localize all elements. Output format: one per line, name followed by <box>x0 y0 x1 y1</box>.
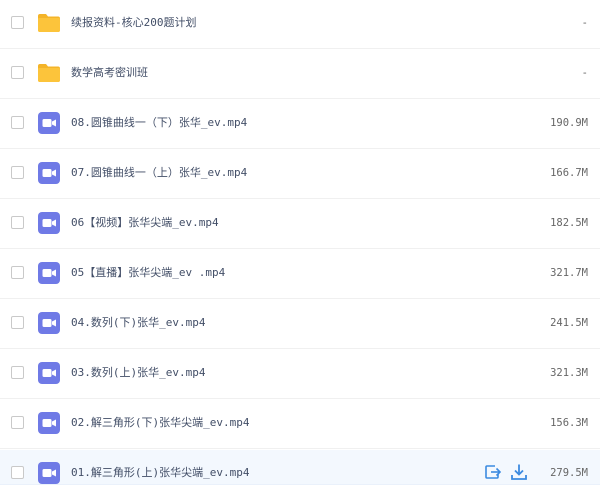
video-file-icon <box>37 411 61 435</box>
row-checkbox[interactable] <box>11 416 24 429</box>
file-row-folder[interactable]: 续报资料-核心200题计划 - <box>0 0 600 49</box>
row-checkbox[interactable] <box>11 266 24 279</box>
video-file-icon <box>37 361 61 385</box>
video-file-icon <box>37 211 61 235</box>
file-row-video[interactable]: 04.数列(下)张华_ev.mp4 241.5M <box>0 300 600 349</box>
file-list: 续报资料-核心200题计划 - 数学高考密训班 - 08.圆锥曲线一（下）张华_… <box>0 0 608 485</box>
file-name[interactable]: 08.圆锥曲线一（下）张华_ev.mp4 <box>71 113 247 133</box>
video-file-icon <box>37 161 61 185</box>
folder-icon <box>37 61 61 85</box>
file-size: 321.7M <box>550 267 588 279</box>
file-name[interactable]: 02.解三角形(下)张华尖端_ev.mp4 <box>71 413 249 433</box>
video-file-icon <box>37 311 61 335</box>
row-checkbox[interactable] <box>11 366 24 379</box>
row-checkbox[interactable] <box>11 66 24 79</box>
row-checkbox[interactable] <box>11 216 24 229</box>
file-size: - <box>581 17 588 29</box>
folder-icon <box>37 11 61 35</box>
file-size: 321.3M <box>550 367 588 379</box>
file-name[interactable]: 07.圆锥曲线一（上）张华_ev.mp4 <box>71 163 247 183</box>
row-checkbox[interactable] <box>11 116 24 129</box>
file-row-video[interactable]: 02.解三角形(下)张华尖端_ev.mp4 156.3M <box>0 400 600 449</box>
file-row-folder[interactable]: 数学高考密训班 - <box>0 50 600 99</box>
file-size: - <box>581 67 588 79</box>
file-name[interactable]: 数学高考密训班 <box>71 63 148 83</box>
file-row-video[interactable]: 03.数列(上)张华_ev.mp4 321.3M <box>0 350 600 399</box>
share-icon[interactable] <box>484 463 502 481</box>
file-row-video[interactable]: 05【直播】张华尖端_ev .mp4 321.7M <box>0 250 600 299</box>
file-row-video[interactable]: 01.解三角形(上)张华尖端_ev.mp4 279.5M <box>0 450 600 485</box>
row-checkbox[interactable] <box>11 466 24 479</box>
file-size: 241.5M <box>550 317 588 329</box>
file-size: 156.3M <box>550 417 588 429</box>
file-size: 182.5M <box>550 217 588 229</box>
download-icon[interactable] <box>510 463 528 481</box>
file-name[interactable]: 03.数列(上)张华_ev.mp4 <box>71 363 205 383</box>
file-row-video[interactable]: 07.圆锥曲线一（上）张华_ev.mp4 166.7M <box>0 150 600 199</box>
file-size: 190.9M <box>550 117 588 129</box>
row-checkbox[interactable] <box>11 16 24 29</box>
video-file-icon <box>37 461 61 485</box>
row-checkbox[interactable] <box>11 316 24 329</box>
file-name[interactable]: 06【视频】张华尖端_ev.mp4 <box>71 213 219 233</box>
video-file-icon <box>37 111 61 135</box>
row-checkbox[interactable] <box>11 166 24 179</box>
row-actions <box>484 463 528 483</box>
file-size: 279.5M <box>550 467 588 479</box>
file-name[interactable]: 01.解三角形(上)张华尖端_ev.mp4 <box>71 463 249 483</box>
file-row-video[interactable]: 06【视频】张华尖端_ev.mp4 182.5M <box>0 200 600 249</box>
file-name[interactable]: 续报资料-核心200题计划 <box>71 13 197 33</box>
file-name[interactable]: 04.数列(下)张华_ev.mp4 <box>71 313 205 333</box>
file-size: 166.7M <box>550 167 588 179</box>
video-file-icon <box>37 261 61 285</box>
file-row-video[interactable]: 08.圆锥曲线一（下）张华_ev.mp4 190.9M <box>0 100 600 149</box>
file-name[interactable]: 05【直播】张华尖端_ev .mp4 <box>71 263 225 283</box>
